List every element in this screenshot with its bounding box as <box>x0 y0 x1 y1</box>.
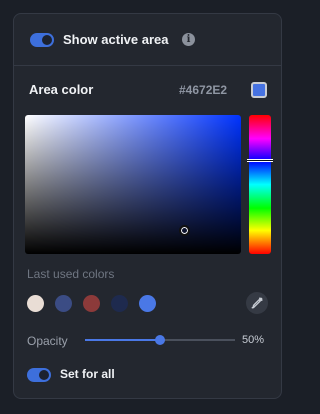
current-color-swatch[interactable] <box>251 82 267 98</box>
recent-color-swatch[interactable] <box>111 295 128 312</box>
toggle-knob <box>39 370 49 380</box>
opacity-slider-fill <box>85 339 160 341</box>
opacity-slider-thumb[interactable] <box>155 335 165 345</box>
hue-slider-handle[interactable] <box>247 159 273 163</box>
show-active-area-row: Show active area i <box>14 14 281 66</box>
picker-cursor[interactable] <box>179 225 190 236</box>
opacity-value: 50% <box>242 334 265 346</box>
info-icon[interactable]: i <box>182 33 195 46</box>
opacity-slider[interactable] <box>85 335 235 345</box>
saturation-value-picker[interactable] <box>25 115 241 254</box>
show-active-area-toggle[interactable] <box>30 33 54 47</box>
set-for-all-toggle[interactable] <box>27 368 51 382</box>
recent-color-swatch[interactable] <box>83 295 100 312</box>
area-color-label: Area color <box>29 82 94 97</box>
eyedropper-icon <box>251 297 263 309</box>
recent-color-swatch[interactable] <box>55 295 72 312</box>
recent-color-swatch[interactable] <box>27 295 44 312</box>
color-settings-panel: Show active area i Area color #4672E2 La… <box>13 13 282 399</box>
show-active-area-label: Show active area <box>63 32 169 47</box>
hue-slider[interactable] <box>249 115 271 254</box>
hex-color-value[interactable]: #4672E2 <box>179 83 227 97</box>
recent-color-swatch[interactable] <box>139 295 156 312</box>
eyedropper-button[interactable] <box>246 292 268 314</box>
set-for-all-label: Set for all <box>60 367 115 381</box>
opacity-label: Opacity <box>27 334 68 348</box>
toggle-knob <box>42 35 52 45</box>
last-used-colors-label: Last used colors <box>27 267 115 281</box>
